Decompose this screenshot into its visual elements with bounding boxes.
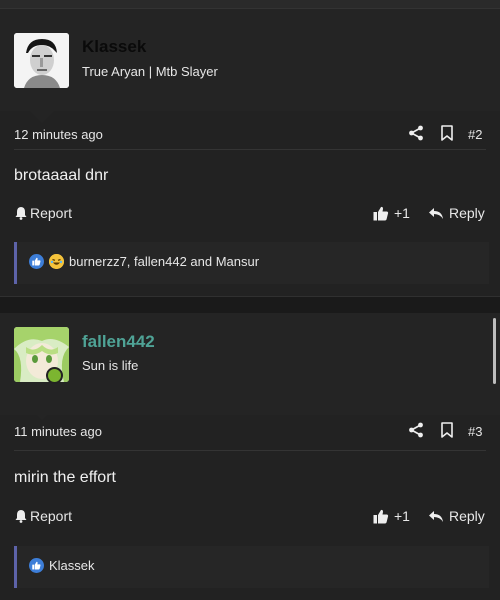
timestamp[interactable]: 12 minutes ago bbox=[14, 127, 103, 142]
post-actions: Report +1 Reply bbox=[0, 504, 500, 532]
report-button[interactable]: Report bbox=[14, 205, 72, 221]
like-button[interactable]: +1 bbox=[373, 205, 410, 221]
post-number[interactable]: #2 bbox=[468, 127, 482, 142]
post-header: fallen442 Sun is life bbox=[0, 313, 500, 415]
post-separator bbox=[0, 296, 500, 314]
reply-button[interactable]: Reply bbox=[428, 205, 485, 221]
thumbs-up-icon bbox=[373, 509, 389, 523]
post-number[interactable]: #3 bbox=[468, 424, 482, 439]
share-icon[interactable] bbox=[408, 125, 424, 141]
reply-arrow-icon bbox=[429, 207, 443, 219]
post-2: Klassek True Aryan | Mtb Slayer 12 minut… bbox=[0, 9, 500, 296]
like-label: +1 bbox=[394, 205, 410, 221]
post-meta: 12 minutes ago #2 bbox=[0, 111, 500, 157]
like-label: +1 bbox=[394, 508, 410, 524]
laugh-reaction-icon bbox=[49, 254, 64, 269]
bookmark-icon[interactable] bbox=[440, 422, 454, 438]
post-actions: Report +1 Reply bbox=[0, 201, 500, 229]
reply-label: Reply bbox=[449, 205, 485, 221]
post-3: fallen442 Sun is life 11 minutes ago #3 … bbox=[0, 313, 500, 600]
reply-button[interactable]: Reply bbox=[428, 508, 485, 524]
divider bbox=[14, 450, 486, 451]
post-header: Klassek True Aryan | Mtb Slayer bbox=[0, 9, 500, 111]
like-button[interactable]: +1 bbox=[373, 508, 410, 524]
reply-arrow-icon bbox=[429, 510, 443, 522]
reactions-text[interactable]: Klassek bbox=[49, 558, 95, 573]
like-reaction-icon bbox=[29, 558, 44, 573]
reactions-bar[interactable]: burnerzz7, fallen442 and Mansur bbox=[14, 242, 489, 284]
thumbs-up-icon bbox=[373, 206, 389, 220]
top-bar bbox=[0, 0, 500, 9]
user-title: True Aryan | Mtb Slayer bbox=[82, 64, 218, 79]
user-title: Sun is life bbox=[82, 358, 139, 373]
report-label: Report bbox=[30, 205, 73, 221]
online-status-indicator bbox=[46, 367, 63, 384]
avatar[interactable] bbox=[14, 33, 69, 88]
bell-icon bbox=[15, 207, 27, 220]
reactions-bar[interactable]: Klassek bbox=[14, 546, 489, 588]
username[interactable]: fallen442 bbox=[82, 332, 155, 352]
divider bbox=[14, 149, 486, 150]
share-icon[interactable] bbox=[408, 422, 424, 438]
timestamp[interactable]: 11 minutes ago bbox=[14, 424, 102, 439]
post-content: mirin the effort bbox=[14, 469, 116, 486]
post-content: brotaaaal dnr bbox=[14, 167, 109, 184]
bookmark-icon[interactable] bbox=[440, 125, 454, 141]
report-button[interactable]: Report bbox=[14, 508, 72, 524]
report-label: Report bbox=[30, 508, 73, 524]
like-reaction-icon bbox=[29, 254, 44, 269]
scrollbar[interactable] bbox=[493, 318, 496, 384]
reply-label: Reply bbox=[449, 508, 485, 524]
username[interactable]: Klassek bbox=[82, 37, 146, 57]
bell-icon bbox=[15, 510, 27, 523]
post-meta: 11 minutes ago #3 bbox=[0, 408, 500, 454]
avatar-portrait-image bbox=[14, 33, 69, 88]
reactions-text[interactable]: burnerzz7, fallen442 and Mansur bbox=[69, 254, 259, 269]
